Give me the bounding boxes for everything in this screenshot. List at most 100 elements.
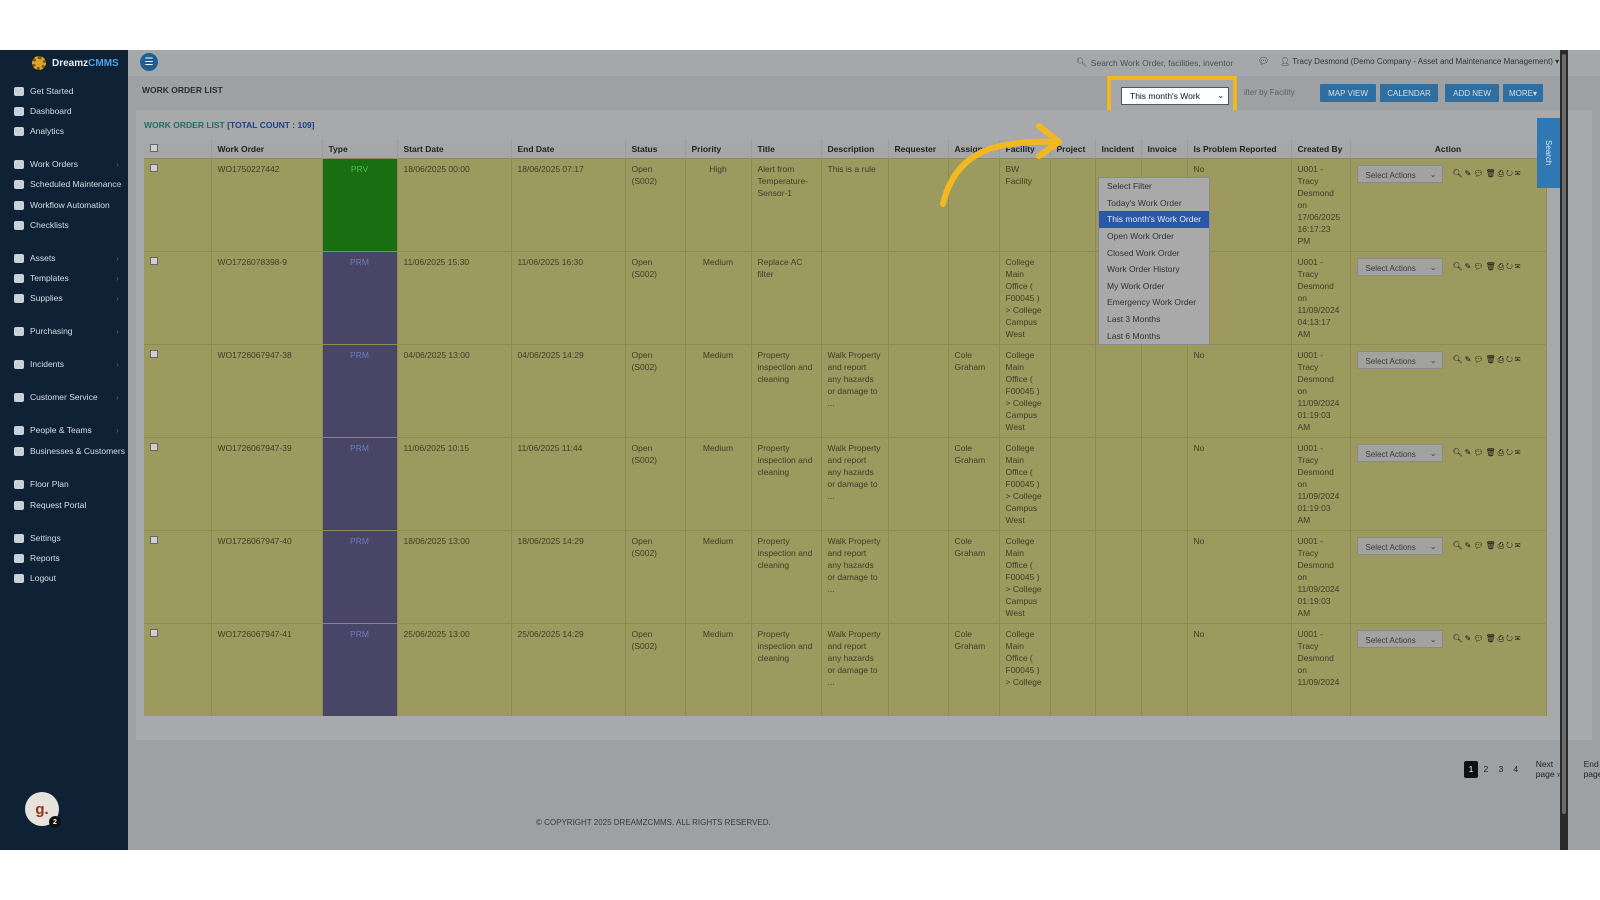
row-checkbox[interactable] bbox=[150, 629, 158, 637]
sidebar-item-customer-service[interactable]: Customer Service › bbox=[14, 390, 119, 404]
column-header[interactable]: Status bbox=[625, 140, 686, 159]
global-search[interactable]: 🔍︎ Search Work Order, facilities, invent… bbox=[1076, 56, 1246, 69]
filter-option[interactable]: Emergency Work Order bbox=[1099, 294, 1209, 311]
delete-icon[interactable]: 🗑︎ bbox=[1486, 448, 1498, 457]
select-actions-dropdown[interactable]: Select Actions ⌄ bbox=[1356, 258, 1443, 276]
sidebar-item-incidents[interactable]: Incidents › bbox=[14, 357, 119, 371]
sidebar-item-dashboard[interactable]: Dashboard bbox=[14, 104, 72, 118]
cell-wo[interactable]: WO1726078398-9 bbox=[211, 251, 323, 345]
delete-icon[interactable]: 🗑︎ bbox=[1486, 355, 1498, 364]
email-icon[interactable]: ✉ bbox=[1515, 541, 1523, 550]
column-header[interactable]: Action bbox=[1350, 140, 1547, 159]
filter-option[interactable]: My Work Order bbox=[1099, 278, 1209, 295]
select-actions-dropdown[interactable]: Select Actions ⌄ bbox=[1356, 630, 1443, 648]
comment-icon[interactable]: 💬︎ bbox=[1473, 448, 1485, 457]
end-page-link[interactable]: End page » bbox=[1584, 759, 1600, 779]
menu-toggle-button[interactable]: ☰ bbox=[140, 53, 158, 71]
cell-wo[interactable]: WO1726067947-38 bbox=[211, 344, 323, 438]
filter-option[interactable]: Today's Work Order bbox=[1099, 195, 1209, 212]
filter-option[interactable]: Last 3 Months bbox=[1099, 311, 1209, 328]
column-header[interactable]: Priority bbox=[685, 140, 752, 159]
sidebar-item-get-started[interactable]: Get Started bbox=[14, 84, 73, 98]
delete-icon[interactable]: 🗑︎ bbox=[1486, 541, 1498, 550]
table-row[interactable]: WO1726067947-38 PRM 04/06/2025 13:00 04/06/… bbox=[144, 344, 1547, 438]
view-icon[interactable]: 🔍︎ bbox=[1453, 169, 1465, 178]
sidebar-item-supplies[interactable]: Supplies › bbox=[14, 291, 119, 305]
refresh-icon[interactable]: ↻ bbox=[1506, 448, 1515, 457]
sidebar-item-settings[interactable]: Settings bbox=[14, 531, 61, 545]
table-row[interactable]: WO1726067947-40 PRM 18/06/2025 13:00 18/06/… bbox=[144, 530, 1547, 624]
row-checkbox[interactable] bbox=[150, 536, 158, 544]
filter-option[interactable]: Work Order History bbox=[1099, 261, 1209, 278]
sidebar-item-reports[interactable]: Reports bbox=[14, 551, 60, 565]
select-actions-dropdown[interactable]: Select Actions ⌄ bbox=[1356, 165, 1443, 183]
filter-option[interactable]: Open Work Order bbox=[1099, 228, 1209, 245]
cell-wo[interactable]: WO1750227442 bbox=[211, 158, 323, 252]
email-icon[interactable]: ✉ bbox=[1515, 262, 1523, 271]
delete-icon[interactable]: 🗑︎ bbox=[1486, 169, 1498, 178]
page-scrollbar[interactable] bbox=[1560, 50, 1568, 850]
print-icon[interactable]: ⎙ bbox=[1498, 634, 1506, 643]
refresh-icon[interactable]: ↻ bbox=[1506, 541, 1515, 550]
filter-option[interactable]: Select Filter bbox=[1099, 178, 1209, 195]
sidebar-item-work-orders[interactable]: Work Orders › bbox=[14, 157, 119, 171]
select-actions-dropdown[interactable]: Select Actions ⌄ bbox=[1356, 444, 1443, 462]
column-header[interactable]: Work Order bbox=[211, 140, 323, 159]
column-header[interactable]: Created By bbox=[1291, 140, 1351, 159]
view-icon[interactable]: 🔍︎ bbox=[1453, 355, 1465, 364]
print-icon[interactable]: ⎙ bbox=[1498, 448, 1506, 457]
column-header[interactable]: End Date bbox=[511, 140, 626, 159]
sidebar-item-workflow-automation[interactable]: Workflow Automation bbox=[14, 198, 110, 212]
comment-icon[interactable]: 💬︎ bbox=[1473, 541, 1485, 550]
cell-wo[interactable]: WO1726067947-39 bbox=[211, 437, 323, 531]
comment-icon[interactable]: 💬︎ bbox=[1473, 355, 1485, 364]
table-row[interactable]: WO1726078398-9 PRM 11/06/2025 15:30 11/06/2… bbox=[144, 251, 1547, 345]
sidebar-item-request-portal[interactable]: Request Portal bbox=[14, 498, 86, 512]
add-new-button[interactable]: ADD NEW bbox=[1445, 84, 1499, 102]
print-icon[interactable]: ⎙ bbox=[1498, 169, 1506, 178]
view-icon[interactable]: 🔍︎ bbox=[1453, 448, 1465, 457]
select-actions-dropdown[interactable]: Select Actions ⌄ bbox=[1356, 351, 1443, 369]
print-icon[interactable]: ⎙ bbox=[1498, 541, 1506, 550]
print-icon[interactable]: ⎙ bbox=[1498, 262, 1506, 271]
column-header[interactable]: Type bbox=[322, 140, 398, 159]
column-header[interactable]: Description bbox=[821, 140, 889, 159]
chat-icon[interactable]: 💬︎ bbox=[1258, 56, 1269, 67]
table-row[interactable]: WO1750227442 PRV 18/06/2025 00:00 18/06/202… bbox=[144, 158, 1547, 252]
email-icon[interactable]: ✉ bbox=[1515, 169, 1523, 178]
page-scrollbar-thumb[interactable] bbox=[1562, 54, 1566, 814]
row-checkbox[interactable] bbox=[150, 350, 158, 358]
column-header[interactable]: Title bbox=[751, 140, 822, 159]
sidebar-item-analytics[interactable]: Analytics bbox=[14, 124, 64, 138]
page-2-button[interactable]: 2 bbox=[1479, 761, 1493, 778]
view-icon[interactable]: 🔍︎ bbox=[1453, 634, 1465, 643]
sidebar-item-checklists[interactable]: Checklists bbox=[14, 218, 69, 232]
column-header[interactable]: Incident bbox=[1095, 140, 1142, 159]
column-header[interactable]: Is Problem Reported bbox=[1187, 140, 1292, 159]
email-icon[interactable]: ✉ bbox=[1515, 355, 1523, 364]
sidebar-item-logout[interactable]: Logout bbox=[14, 571, 56, 585]
calendar-button[interactable]: CALENDAR bbox=[1380, 84, 1438, 102]
page-4-button[interactable]: 4 bbox=[1509, 761, 1523, 778]
row-checkbox[interactable] bbox=[150, 164, 158, 172]
email-icon[interactable]: ✉ bbox=[1515, 634, 1523, 643]
table-row[interactable]: WO1726067947-39 PRM 11/06/2025 10:15 11/06/… bbox=[144, 437, 1547, 531]
sidebar-item-scheduled-maintenance[interactable]: Scheduled Maintenance › bbox=[14, 177, 121, 191]
page-3-button[interactable]: 3 bbox=[1494, 761, 1508, 778]
comment-icon[interactable]: 💬︎ bbox=[1473, 262, 1485, 271]
sidebar-item-assets[interactable]: Assets › bbox=[14, 251, 119, 265]
comment-icon[interactable]: 💬︎ bbox=[1473, 634, 1485, 643]
sidebar-item-floor-plan[interactable]: Floor Plan bbox=[14, 477, 69, 491]
sidebar-item-purchasing[interactable]: Purchasing › bbox=[14, 324, 119, 338]
sidebar-item-people-teams[interactable]: People & Teams › bbox=[14, 423, 119, 437]
view-icon[interactable]: 🔍︎ bbox=[1453, 262, 1465, 271]
print-icon[interactable]: ⎙ bbox=[1498, 355, 1506, 364]
filter-option[interactable]: Closed Work Order bbox=[1099, 244, 1209, 261]
search-input[interactable]: Search Work Order, facilities, inventor bbox=[1091, 58, 1234, 68]
filter-option[interactable]: Last 6 Months bbox=[1099, 327, 1209, 344]
row-checkbox[interactable] bbox=[150, 443, 158, 451]
more-button[interactable]: MORE ▾ bbox=[1503, 84, 1543, 102]
logo[interactable]: DreamzCMMS bbox=[0, 50, 128, 76]
avatar[interactable]: g. 2 bbox=[25, 792, 61, 828]
delete-icon[interactable]: 🗑︎ bbox=[1486, 262, 1498, 271]
